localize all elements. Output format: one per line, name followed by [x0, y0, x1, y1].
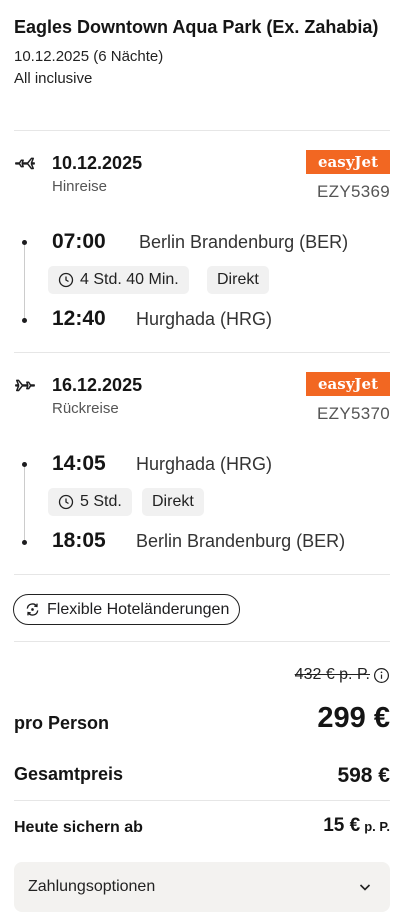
plane-departure-icon	[14, 152, 36, 174]
outbound-duration: 4 Std. 40 Min.	[80, 271, 179, 288]
total-price: 598 €	[337, 764, 390, 787]
timeline-line	[24, 464, 25, 540]
inbound-direction: Rückreise	[52, 400, 119, 417]
outbound-stops-chip: Direkt	[207, 266, 269, 294]
total-price-label: Gesamtpreis	[14, 764, 124, 784]
inbound-flight-number: EZY5370	[317, 404, 390, 423]
timeline-dot	[22, 540, 27, 545]
divider	[14, 130, 390, 131]
outbound-date: 10.12.2025	[52, 153, 143, 173]
per-person-label: pro Person	[14, 713, 110, 733]
outbound-duration-chip: 4 Std. 40 Min.	[48, 266, 189, 294]
hotel-board: All inclusive	[14, 70, 93, 87]
per-person-price: 299 €	[317, 702, 390, 734]
divider	[14, 641, 390, 642]
outbound-arrival-airport: Hurghada (HRG)	[136, 309, 273, 329]
inbound-stops: Direkt	[152, 493, 194, 510]
refresh-icon	[26, 603, 39, 616]
divider	[14, 800, 390, 801]
clock-icon	[58, 494, 74, 510]
flexible-hotel-changes-button[interactable]: Flexible Hoteländerungen	[13, 594, 241, 625]
inbound-departure-airport: Hurghada (HRG)	[136, 454, 273, 474]
airline-logo: easyJet	[306, 150, 390, 174]
clock-icon	[58, 272, 74, 288]
inbound-departure-time: 14:05	[52, 452, 106, 475]
plane-arrival-icon	[14, 374, 36, 396]
info-icon[interactable]	[373, 667, 390, 684]
divider	[14, 574, 390, 575]
divider	[14, 352, 390, 353]
outbound-stops: Direkt	[217, 271, 259, 288]
airline-logo: easyJet	[306, 372, 390, 396]
hotel-dates: 10.12.2025 (6 Nächte)	[14, 48, 164, 65]
hotel-summary: Eagles Downtown Aqua Park (Ex. Zahabia) …	[14, 16, 386, 89]
timeline-dot	[22, 462, 27, 467]
outbound-departure-time: 07:00	[52, 230, 106, 253]
inbound-date: 16.12.2025	[52, 375, 143, 395]
flexible-hotel-changes-label: Flexible Hoteländerungen	[47, 600, 230, 618]
outbound-arrival-time: 12:40	[52, 307, 106, 330]
outbound-direction: Hinreise	[52, 178, 108, 195]
chevron-down-icon	[359, 884, 371, 891]
inbound-arrival-time: 18:05	[52, 529, 106, 552]
outbound-departure-airport: Berlin Brandenburg (BER)	[139, 232, 349, 252]
outbound-flight-number: EZY5369	[317, 182, 390, 201]
timeline-line	[24, 242, 25, 318]
hotel-name: Eagles Downtown Aqua Park (Ex. Zahabia)	[14, 17, 379, 37]
payment-options-dropdown[interactable]: Zahlungsoptionen	[14, 862, 390, 912]
deposit-unit: p. P.	[364, 819, 390, 834]
inbound-arrival-airport: Berlin Brandenburg (BER)	[136, 531, 346, 551]
deposit-value: 15 €	[323, 815, 361, 836]
inbound-duration-chip: 5 Std.	[48, 488, 132, 516]
old-price: 432 € p. P.	[294, 666, 370, 683]
deposit-price: 15 € p. P.	[323, 815, 390, 837]
payment-options-label: Zahlungsoptionen	[28, 878, 156, 895]
inbound-stops-chip: Direkt	[142, 488, 204, 516]
timeline-dot	[22, 318, 27, 323]
inbound-duration: 5 Std.	[80, 493, 122, 510]
deposit-label: Heute sichern ab	[14, 819, 143, 836]
timeline-dot	[22, 240, 27, 245]
